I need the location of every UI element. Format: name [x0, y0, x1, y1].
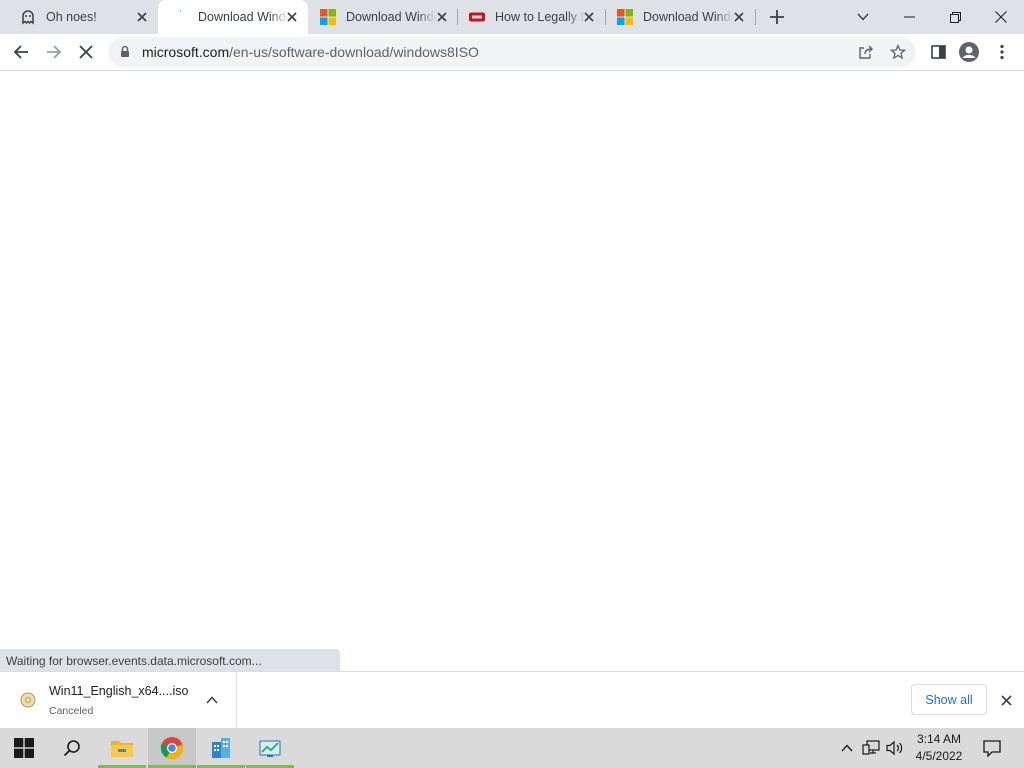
side-panel-button[interactable]	[924, 38, 952, 66]
microsoft-logo-icon	[320, 9, 336, 25]
download-status: Canceled	[49, 705, 94, 717]
taskbar-file-explorer[interactable]	[98, 728, 146, 768]
url-domain: microsoft.com	[142, 44, 230, 60]
forward-arrow-icon	[47, 45, 62, 59]
tab-download-windows-3[interactable]: Download Windows	[603, 0, 755, 34]
chevron-up-icon	[206, 696, 218, 704]
loading-throbber-icon	[172, 9, 188, 25]
tab-title: Download Windows	[346, 10, 436, 24]
stop-loading-button[interactable]	[72, 38, 100, 66]
page-content	[0, 71, 1024, 671]
share-icon	[859, 45, 873, 59]
forward-button[interactable]	[40, 38, 68, 66]
back-button[interactable]	[7, 38, 35, 66]
windows-logo-icon	[14, 738, 34, 758]
download-options-button[interactable]	[204, 692, 220, 708]
bookmark-button[interactable]	[884, 38, 912, 66]
close-tab-icon[interactable]	[284, 9, 300, 25]
tab-separator	[755, 9, 756, 25]
notification-icon	[983, 739, 1001, 757]
ghost-icon	[20, 9, 36, 25]
tab-download-windows-active[interactable]: Download Windows	[158, 0, 308, 34]
red-site-logo-icon	[469, 9, 485, 25]
avatar-icon	[959, 42, 979, 62]
browser-toolbar: microsoft.com/en-us/software-download/wi…	[0, 34, 1024, 71]
taskbar-chrome[interactable]	[148, 728, 196, 768]
search-button[interactable]	[48, 728, 96, 768]
close-tab-icon[interactable]	[581, 9, 597, 25]
back-arrow-icon	[13, 45, 28, 59]
close-tab-icon[interactable]	[731, 9, 747, 25]
chrome-icon	[160, 737, 184, 760]
clock-time: 3:14 AM	[916, 732, 962, 746]
tab-title: Download Windows	[643, 10, 733, 24]
address-bar[interactable]: microsoft.com/en-us/software-download/wi…	[108, 37, 916, 67]
tab-title: How to Legally Download	[495, 10, 585, 24]
chevron-down-icon	[857, 13, 869, 21]
volume-button[interactable]	[884, 728, 906, 768]
kebab-menu-icon	[1000, 44, 1004, 60]
new-tab-button[interactable]	[766, 7, 788, 27]
chevron-up-icon	[841, 744, 853, 752]
close-download-shelf-button[interactable]	[997, 691, 1015, 709]
side-panel-icon	[930, 45, 946, 59]
taskbar-app-chart[interactable]	[246, 728, 294, 768]
close-tab-icon[interactable]	[434, 9, 450, 25]
buildings-icon	[212, 738, 230, 758]
tab-title: Download Windows	[198, 10, 288, 24]
disc-image-icon	[20, 692, 36, 713]
taskbar-clock[interactable]: 3:14 AM 4/5/2022	[906, 731, 972, 765]
stop-icon	[79, 45, 93, 59]
speaker-icon	[886, 740, 903, 756]
url-text: microsoft.com/en-us/software-download/wi…	[142, 44, 479, 60]
minimize-icon	[903, 16, 915, 18]
microsoft-logo-icon	[617, 9, 633, 25]
windows-taskbar: 3:14 AM 4/5/2022	[0, 728, 1024, 768]
restore-button[interactable]	[932, 0, 978, 34]
close-tab-icon[interactable]	[134, 9, 150, 25]
show-hidden-icons-button[interactable]	[838, 728, 856, 768]
share-button[interactable]	[852, 38, 880, 66]
action-center-button[interactable]	[978, 728, 1006, 768]
close-icon	[1000, 694, 1012, 706]
minimize-button[interactable]	[886, 0, 932, 34]
folder-icon	[111, 741, 133, 757]
tab-title: Oh noes!	[46, 10, 97, 24]
start-button[interactable]	[0, 728, 48, 768]
download-item[interactable]: Win11_English_x64....iso Canceled	[0, 672, 237, 728]
restore-icon	[949, 11, 961, 23]
star-icon	[890, 44, 906, 60]
network-button[interactable]	[860, 728, 882, 768]
tab-download-windows-2[interactable]: Download Windows	[306, 0, 458, 34]
tab-how-to-legally[interactable]: How to Legally Download	[455, 0, 605, 34]
plus-icon	[770, 10, 784, 24]
download-shelf: Win11_English_x64....iso Canceled Show a…	[0, 671, 1024, 728]
network-icon	[862, 740, 880, 755]
profile-button[interactable]	[955, 38, 983, 66]
search-icon	[63, 740, 80, 757]
chrome-menu-button[interactable]	[988, 38, 1016, 66]
tab-search-button[interactable]	[840, 0, 886, 34]
tab-oh-noes[interactable]: Oh noes!	[6, 0, 158, 34]
show-all-downloads-button[interactable]: Show all	[911, 684, 987, 715]
taskbar-app-buildings[interactable]	[197, 728, 245, 768]
url-path: /en-us/software-download/windows8ISO	[229, 44, 479, 60]
status-bubble: Waiting for browser.events.data.microsof…	[0, 649, 340, 671]
close-window-button[interactable]	[978, 0, 1024, 34]
chart-monitor-icon	[259, 740, 281, 757]
close-icon	[995, 11, 1007, 23]
download-filename: Win11_English_x64....iso	[49, 684, 189, 698]
lock-icon[interactable]	[120, 45, 130, 63]
tab-strip: Oh noes! Download Windows Download Windo…	[0, 0, 1024, 34]
clock-date: 4/5/2022	[915, 749, 963, 763]
